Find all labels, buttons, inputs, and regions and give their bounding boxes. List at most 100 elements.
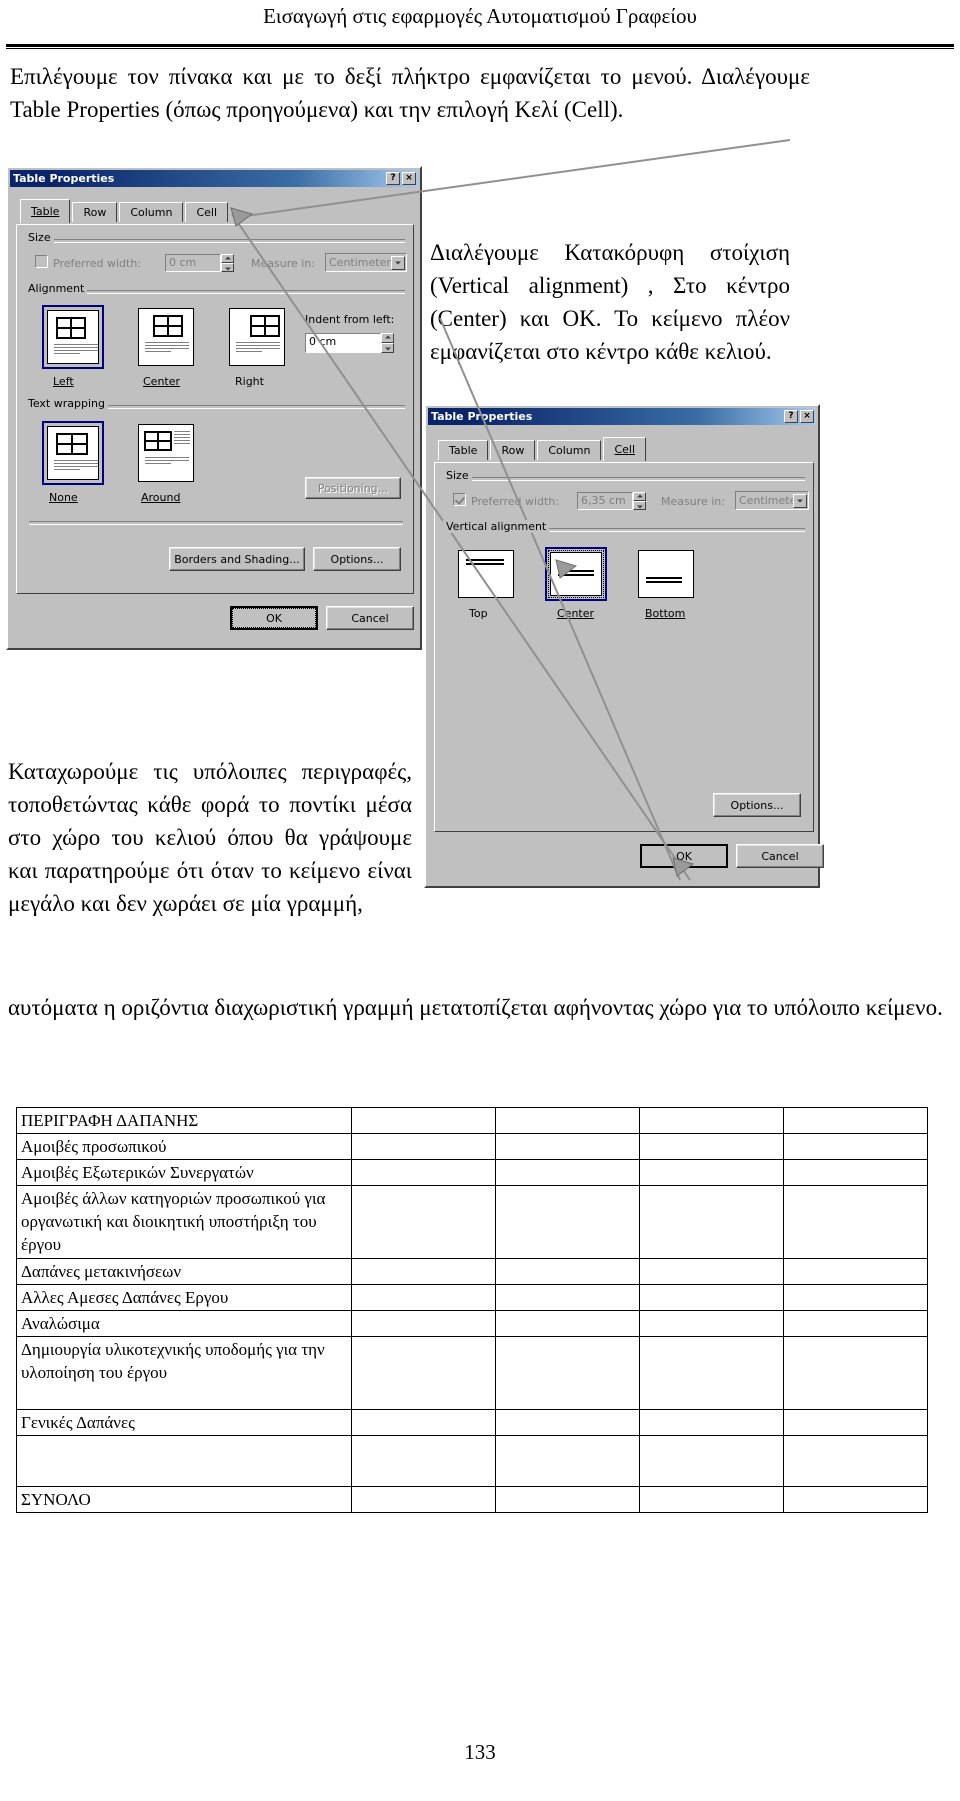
dialog-titlebar[interactable]: Table Properties ? × [428,408,816,425]
spinner-down-icon[interactable] [381,343,394,353]
indent-from-left-field[interactable]: 0 cm [305,333,381,353]
expense-description-cell: ΠΕΡΙΓΡΑΦΗ ΔΑΠΑΝΗΣ [15,1107,353,1134]
text-wrapping-group-label: Text wrapping [25,397,108,410]
running-header: Εισαγωγή στις εφαρμογές Αυτοματισμού Γρα… [263,4,697,28]
wrapping-around-tile[interactable] [135,421,197,485]
chevron-down-icon[interactable] [793,493,807,508]
expense-value-cell [639,1133,785,1160]
expense-value-cell [639,1409,785,1436]
text-lines-icon [466,559,504,567]
preferred-width-field[interactable]: 6,35 cm [577,492,633,510]
expense-value-cell [639,1486,785,1513]
dialog-titlebar[interactable]: Table Properties ? × [10,170,418,187]
table-properties-cell-dialog[interactable]: Table Properties ? × Table Row Column Ce… [424,404,824,888]
text-lines-icon [236,342,280,354]
spinner-down-icon[interactable] [633,501,646,510]
alignment-right-tile[interactable] [226,305,288,369]
spinner-down-icon[interactable] [221,263,234,272]
spinner-up-icon[interactable] [381,333,394,343]
measure-in-value: Centimeter [329,256,391,269]
spinner-up-icon[interactable] [221,254,234,263]
alignment-right-label: Right [235,375,264,388]
ok-button[interactable]: OK [640,844,728,868]
cell-options-button[interactable]: Options... [713,793,801,817]
measure-in-combo[interactable]: Centimeter [735,491,809,510]
wrap-paragraph: αυτόματα η οριζόντια διαχωριστική γραμμή… [8,995,943,1020]
text-lines-icon [145,342,189,354]
tab-table-label: Table [449,444,478,457]
table-row: Δαπάνες μετακινήσεων [15,1258,928,1285]
help-icon[interactable]: ? [784,410,798,423]
expense-value-cell [783,1435,928,1487]
expense-description-table: ΠΕΡΙΓΡΑΦΗ ΔΑΠΑΝΗΣ Αμοιβές προσωπικού Αμοιβ… [15,1107,928,1513]
close-icon[interactable]: × [402,172,416,185]
table-row: Αμοιβές άλλων κατηγοριών προσωπικού για … [15,1185,928,1259]
tab-row[interactable]: Row [490,440,536,460]
tab-cell[interactable]: Cell [603,437,647,461]
table-row: Γενικές Δαπάνες [15,1409,928,1436]
help-icon[interactable]: ? [386,172,400,185]
table-properties-dialog[interactable]: Table Properties ? × Table Row Column Ce… [6,166,422,650]
tab-strip[interactable]: Table Row Column Cell [438,437,647,461]
close-icon[interactable]: × [800,410,814,423]
valign-bottom-tile[interactable] [635,547,697,601]
preferred-width-spinner[interactable] [221,254,234,272]
indent-spinner[interactable] [381,333,394,353]
alignment-left-label: Left [53,375,74,388]
alignment-center-tile[interactable] [135,305,197,369]
tab-row[interactable]: Row [72,202,118,222]
expense-value-cell [351,1258,497,1285]
ok-button[interactable]: OK [230,606,318,630]
expense-value-cell [495,1258,641,1285]
tab-row-label: Row [83,206,107,219]
preferred-width-checkbox[interactable] [35,255,48,268]
expense-value-cell [495,1133,641,1160]
valign-center-tile[interactable] [545,547,607,601]
expense-description-cell: Δημιουργία υλικοτεχνικής υποδομής για τη… [15,1336,353,1410]
tab-table-label: Table [31,205,60,218]
alignment-left-tile[interactable] [42,305,104,369]
tab-column[interactable]: Column [119,202,184,222]
alignment-right-text: Right [235,375,264,388]
expense-value-cell [783,1159,928,1186]
expense-description-cell: Αναλώσιμα [15,1310,353,1337]
preferred-width-spinner[interactable] [633,492,646,510]
table-options-button[interactable]: Options... [313,547,401,571]
positioning-button[interactable]: Positioning... [305,477,401,499]
expense-value-cell [783,1258,928,1285]
preferred-width-checkbox[interactable] [453,493,466,506]
wrapping-none-tile[interactable] [42,421,104,485]
measure-in-label: Measure in: [251,257,315,270]
indent-from-left-label: Indent from left: [305,313,395,326]
size-group-line [443,477,805,481]
valign-center-text: Center [557,607,595,620]
expense-value-cell [783,1486,928,1513]
cancel-button[interactable]: Cancel [326,606,414,630]
alignment-left-text: Left [53,375,74,388]
expense-value-cell [495,1159,641,1186]
expense-value-cell [495,1409,641,1436]
valign-top-tile[interactable] [455,547,517,601]
chevron-down-icon[interactable] [391,255,405,270]
table-row: Αλλες Αμεσες Δαπάνες Εργου [15,1284,928,1311]
measure-in-label: Measure in: [661,495,725,508]
fill-cells-paragraph: Καταχωρούμε τις υπόλοιπες περιγραφές, το… [8,759,412,916]
tab-strip[interactable]: Table Row Column Cell [20,199,229,223]
tab-cell[interactable]: Cell [185,202,229,222]
alignment-center-label: Center [143,375,180,388]
tab-column[interactable]: Column [537,440,602,460]
spinner-up-icon[interactable] [633,492,646,501]
alignment-center-text: Center [143,375,181,388]
tab-table[interactable]: Table [20,199,71,223]
tab-table[interactable]: Table [438,440,489,460]
expense-value-cell [639,1336,785,1410]
borders-and-shading-button[interactable]: Borders and Shading... [169,547,305,571]
expense-value-cell [639,1284,785,1311]
wrapping-around-preview [138,424,194,482]
text-lines-icon [54,344,98,356]
cancel-button[interactable]: Cancel [736,844,824,868]
measure-in-combo[interactable]: Centimeter [325,253,407,272]
preferred-width-field[interactable]: 0 cm [165,254,221,272]
table-glyph-icon [153,315,183,337]
expense-value-cell [639,1159,785,1186]
